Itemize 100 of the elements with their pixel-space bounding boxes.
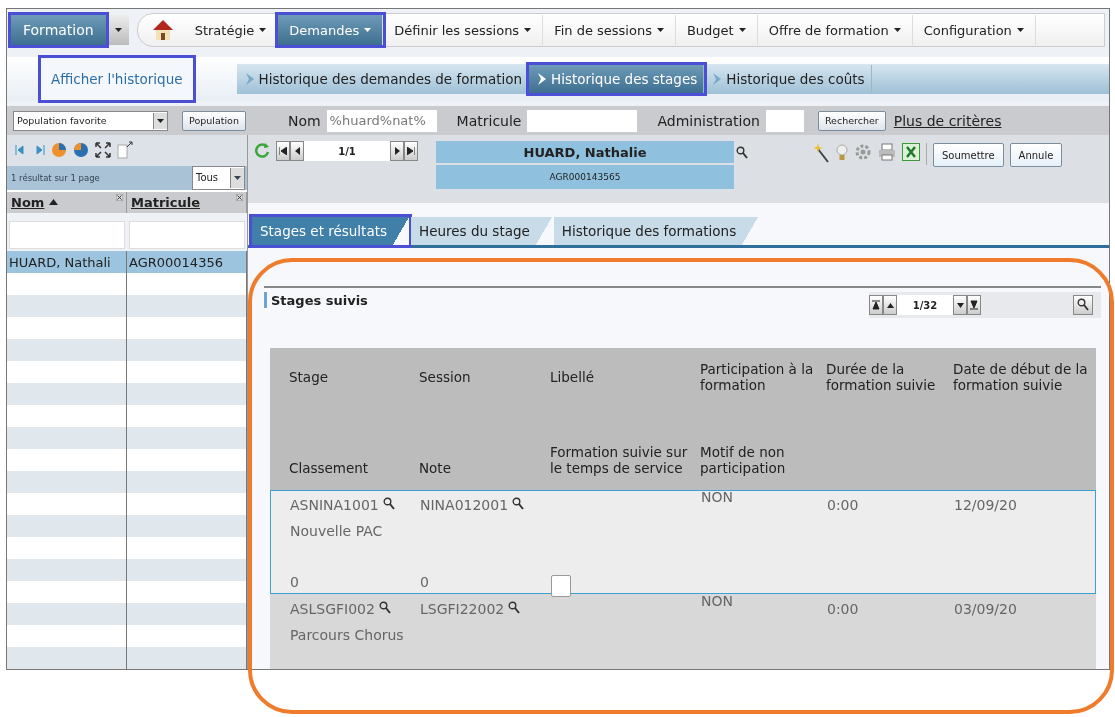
tab[interactable]: Heures du stage [411, 217, 552, 245]
column-header: Session [419, 367, 472, 387]
menu-item[interactable]: Configuration [912, 15, 1036, 45]
module-dropdown[interactable] [108, 15, 129, 45]
filter-select[interactable]: Tous [192, 165, 245, 190]
previous-page-button[interactable] [883, 295, 897, 315]
table-cell: NINA012001 [420, 497, 551, 523]
result-count: 1 résultat sur 1 page [11, 172, 100, 183]
close-icon[interactable] [116, 193, 123, 201]
last-page-button[interactable] [967, 295, 981, 315]
more-criteria-link[interactable]: Plus de critères [893, 112, 1002, 129]
page-indicator: 1/32 [897, 295, 953, 315]
caret-icon [234, 175, 241, 180]
menu-item[interactable]: Offre de formation [757, 15, 913, 45]
sort-icon [49, 199, 59, 206]
search-icon[interactable] [736, 146, 748, 160]
menu-item[interactable]: Définir les sessions [383, 15, 544, 45]
filter-field[interactable] [129, 221, 245, 249]
caret-icon [1016, 28, 1024, 32]
table-cell: ASNINA1001 [290, 497, 420, 523]
arrow-icon [244, 72, 255, 86]
tab[interactable]: Stages et résultats [252, 217, 410, 245]
previous-icon [294, 147, 300, 155]
section-title: Stages suivis [264, 292, 368, 308]
caret-icon [259, 28, 267, 32]
first-icon[interactable] [15, 145, 27, 156]
lookup-icon[interactable] [378, 601, 391, 615]
expand-icon[interactable] [95, 142, 111, 159]
column-header: Date de début de la formation suivie [953, 359, 1089, 395]
table-cell-text: 0 [420, 573, 430, 592]
menu-item[interactable]: Demandes [278, 15, 384, 45]
table-cell-text: Parcours Chorus [290, 627, 405, 645]
lookup-icon[interactable] [508, 601, 521, 615]
last-icon[interactable] [33, 145, 45, 156]
table-cell-text: 0:00 [827, 601, 860, 619]
search-field[interactable]: %huard%nat% [326, 109, 437, 132]
last-page-button[interactable] [404, 141, 418, 161]
last-icon [970, 300, 978, 310]
population-select[interactable]: Population favorite [13, 110, 168, 131]
action-button[interactable]: Soumettre [933, 143, 1004, 167]
magic-wand-icon[interactable] [814, 143, 830, 163]
column-header: Durée de la formation suivie [826, 359, 937, 395]
search-field[interactable] [527, 109, 638, 132]
previous-page-button[interactable] [290, 141, 304, 161]
population-button[interactable]: Population [182, 110, 246, 131]
menu-item[interactable]: Budget [675, 15, 758, 45]
caret-icon [524, 28, 532, 32]
spreadsheet-icon[interactable] [902, 143, 920, 161]
columns-icon[interactable] [117, 141, 133, 160]
caret-icon [364, 28, 372, 32]
first-page-button[interactable] [869, 295, 883, 315]
lookup-icon[interactable] [382, 497, 395, 511]
caret-icon [656, 28, 664, 32]
next-icon [394, 147, 400, 155]
caret-icon [157, 118, 164, 123]
first-icon [872, 300, 880, 310]
table-cell-text: 0 [290, 573, 300, 592]
column-header: Stage [289, 367, 329, 387]
caret-icon [893, 28, 901, 32]
first-icon [279, 147, 287, 155]
next-page-button[interactable] [953, 295, 967, 315]
list-row[interactable]: HUARD, Nathali AGR00014356 [7, 251, 247, 273]
table-cell: LSGFI22002 [420, 601, 551, 627]
search-button[interactable]: Rechercher [817, 110, 886, 131]
column-header: Participation à la formation [700, 359, 815, 395]
pie-chart-icon[interactable] [73, 142, 89, 159]
page-title: Afficher l'historique [41, 58, 193, 100]
first-page-button[interactable] [276, 141, 290, 161]
action-button[interactable]: Annule [1009, 143, 1063, 167]
history-tab[interactable]: Historique des coûts [704, 65, 872, 93]
table-cell-text: Nouvelle PAC [290, 523, 384, 541]
arrow-icon [712, 72, 723, 86]
next-page-button[interactable] [390, 141, 404, 161]
table-cell-text: 0:00 [827, 497, 860, 515]
close-icon[interactable] [236, 193, 243, 201]
history-tab[interactable]: Historique des stages [529, 65, 705, 93]
table-cell-text: 03/09/20 [954, 601, 1018, 619]
tab[interactable]: Historique des formations [553, 217, 759, 245]
filter-field[interactable] [9, 221, 125, 249]
field-label: Nom [287, 112, 321, 129]
down-icon [956, 302, 964, 308]
printer-icon[interactable] [878, 143, 896, 161]
page-indicator: 1/1 [304, 141, 390, 161]
column-header: Motif de non participation [700, 443, 787, 478]
caret-icon [115, 28, 123, 32]
menu-item[interactable]: Fin de sessions [543, 15, 676, 45]
table-row[interactable]: ASNINA1001 NINA012001 NON 0:00 12/09/20 Nouvelle PAC 0 0 [270, 490, 1096, 594]
table-cell-text: NON [701, 489, 734, 507]
last-icon [407, 147, 415, 155]
table-cell-text: NON [701, 593, 734, 611]
table-cell-text: 12/09/20 [954, 497, 1018, 515]
module-menu[interactable]: Formation [11, 15, 106, 45]
record-id: AGR000143565 [436, 165, 734, 189]
lookup-icon[interactable] [512, 497, 525, 511]
checkbox[interactable] [551, 575, 571, 597]
up-icon [886, 302, 894, 308]
table-row[interactable]: ASLSGFI002 LSGFI22002 NON 0:00 03/09/20 Parcours Chorus [270, 594, 1096, 669]
search-field[interactable] [765, 109, 804, 132]
field-label: Matricule [456, 112, 522, 129]
pie-chart-icon[interactable] [51, 142, 67, 159]
